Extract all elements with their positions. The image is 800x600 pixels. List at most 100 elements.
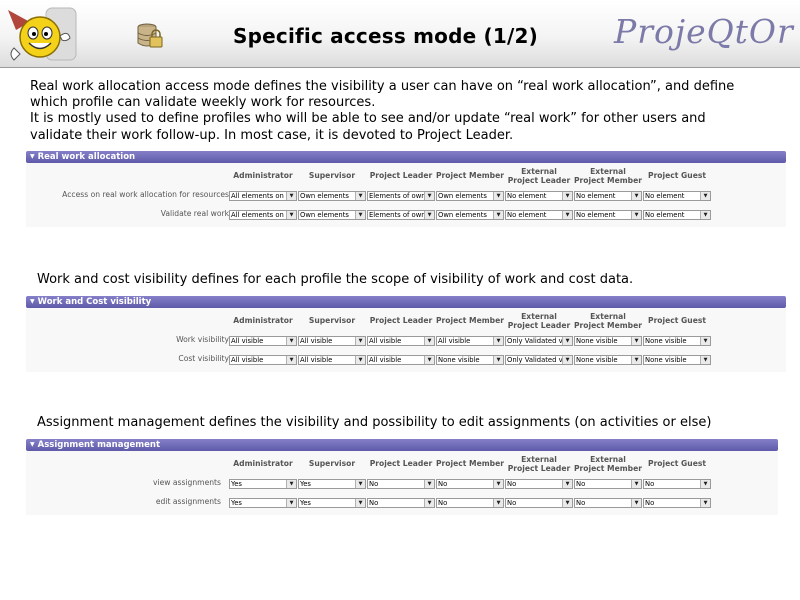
select-value: Own elements [438, 192, 487, 200]
column-header: Project Leader [363, 459, 439, 469]
select-value: All visible [300, 356, 333, 364]
access-select[interactable]: Own elements ▼ [436, 210, 504, 220]
dropdown-arrow-icon: ▼ [493, 192, 503, 200]
column-header-line: Project Member [573, 175, 642, 185]
select-value: No element [645, 211, 685, 219]
intro-line: Real work allocation access mode defines… [30, 79, 735, 94]
select-value: None visible [576, 337, 618, 345]
column-header: Administrator [225, 459, 301, 469]
collapse-triangle-icon: ▼ [30, 298, 35, 305]
dropdown-arrow-icon: ▼ [562, 499, 572, 507]
access-select[interactable]: Own elements ▼ [298, 191, 366, 201]
select-value: All visible [369, 337, 402, 345]
column-header-line: Project Leader [369, 171, 433, 180]
dropdown-arrow-icon: ▼ [424, 337, 434, 345]
row-label: Cost visibility [178, 354, 229, 363]
access-select[interactable]: None visible ▼ [643, 355, 711, 365]
access-select[interactable]: No ▼ [574, 479, 642, 489]
dropdown-arrow-icon: ▼ [355, 356, 365, 364]
access-select[interactable]: No ▼ [505, 498, 573, 508]
column-header-line: Project Leader [507, 320, 571, 330]
section-header-toggle[interactable]: ▼ Work and Cost visibility [26, 296, 786, 308]
access-select[interactable]: All visible ▼ [229, 355, 297, 365]
access-select[interactable]: Own elements ▼ [298, 210, 366, 220]
section-header-toggle[interactable]: ▼ Assignment management [26, 439, 778, 451]
dropdown-arrow-icon: ▼ [700, 337, 710, 345]
brand-logo-text: ProjeQtOr [614, 12, 794, 51]
access-select[interactable]: None visible ▼ [574, 336, 642, 346]
dropdown-arrow-icon: ▼ [355, 337, 365, 345]
dropdown-arrow-icon: ▼ [700, 499, 710, 507]
access-select[interactable]: No ▼ [436, 498, 504, 508]
access-select[interactable]: Only Validated v ▼ [505, 336, 573, 346]
access-select[interactable]: No ▼ [367, 498, 435, 508]
access-select[interactable]: Yes ▼ [298, 479, 366, 489]
access-select[interactable]: All visible ▼ [298, 336, 366, 346]
access-select[interactable]: All visible ▼ [298, 355, 366, 365]
dropdown-arrow-icon: ▼ [700, 480, 710, 488]
intro-line: which profile can validate weekly work f… [30, 95, 376, 111]
column-header-line: Project Leader [507, 175, 571, 185]
select-value: All visible [300, 337, 333, 345]
column-header: Supervisor [294, 171, 370, 181]
select-value: Yes [300, 499, 311, 507]
access-select[interactable]: No element ▼ [574, 191, 642, 201]
access-select[interactable]: Yes ▼ [229, 498, 297, 508]
access-select[interactable]: None visible ▼ [574, 355, 642, 365]
access-select[interactable]: All visible ▼ [367, 355, 435, 365]
access-select[interactable]: No element ▼ [574, 210, 642, 220]
column-header: Supervisor [294, 316, 370, 326]
access-select[interactable]: No element ▼ [505, 191, 573, 201]
access-select[interactable]: No ▼ [643, 479, 711, 489]
access-select[interactable]: No ▼ [574, 498, 642, 508]
dropdown-arrow-icon: ▼ [286, 480, 296, 488]
select-value: No element [507, 192, 547, 200]
dropdown-arrow-icon: ▼ [286, 192, 296, 200]
access-select[interactable]: All visible ▼ [229, 336, 297, 346]
access-select[interactable]: No element ▼ [643, 210, 711, 220]
access-select[interactable]: Yes ▼ [229, 479, 297, 489]
select-value: No element [576, 211, 616, 219]
access-select[interactable]: All visible ▼ [367, 336, 435, 346]
access-select[interactable]: No ▼ [505, 479, 573, 489]
dropdown-arrow-icon: ▼ [562, 356, 572, 364]
access-select[interactable]: Own elements ▼ [436, 191, 504, 201]
column-header-line: Project Member [435, 459, 504, 468]
section-real-work-allocation: ▼ Real work allocation Administrator Superv… [26, 151, 786, 227]
page-title: Specific access mode (1/2) [233, 24, 538, 48]
select-value: No [369, 480, 379, 488]
dropdown-arrow-icon: ▼ [355, 192, 365, 200]
select-value: No [369, 499, 379, 507]
access-select[interactable]: All elements on ▼ [229, 210, 297, 220]
select-value: Yes [231, 480, 242, 488]
select-value: All visible [369, 356, 402, 364]
access-select[interactable]: No ▼ [436, 479, 504, 489]
access-select[interactable]: All visible ▼ [436, 336, 504, 346]
work-cost-description: Work and cost visibility defines for eac… [37, 272, 634, 287]
dropdown-arrow-icon: ▼ [700, 192, 710, 200]
section-header-toggle[interactable]: ▼ Real work allocation [26, 151, 786, 163]
select-value: Only Validated v [507, 337, 562, 345]
access-select[interactable]: No ▼ [367, 479, 435, 489]
access-select[interactable]: No element ▼ [643, 191, 711, 201]
access-select[interactable]: Elements of own ▼ [367, 191, 435, 201]
dropdown-arrow-icon: ▼ [355, 499, 365, 507]
slide-header: Specific access mode (1/2) ProjeQtOr [0, 0, 800, 68]
access-select[interactable]: All elements on ▼ [229, 191, 297, 201]
column-header: External Project Leader [501, 312, 577, 330]
access-select[interactable]: Elements of own ▼ [367, 210, 435, 220]
dropdown-arrow-icon: ▼ [286, 356, 296, 364]
access-select[interactable]: None visible ▼ [436, 355, 504, 365]
access-select[interactable]: No element ▼ [505, 210, 573, 220]
column-header: External Project Leader [501, 167, 577, 185]
column-header-line: Project Leader [507, 463, 571, 473]
section-title-label: Real work allocation [37, 152, 136, 162]
column-header-line: Project Member [435, 171, 504, 180]
column-header: External Project Member [570, 455, 646, 473]
access-select[interactable]: No ▼ [643, 498, 711, 508]
access-select[interactable]: Only Validated v ▼ [505, 355, 573, 365]
select-value: No element [645, 192, 685, 200]
access-select[interactable]: None visible ▼ [643, 336, 711, 346]
access-select[interactable]: Yes ▼ [298, 498, 366, 508]
select-value: Own elements [300, 192, 349, 200]
